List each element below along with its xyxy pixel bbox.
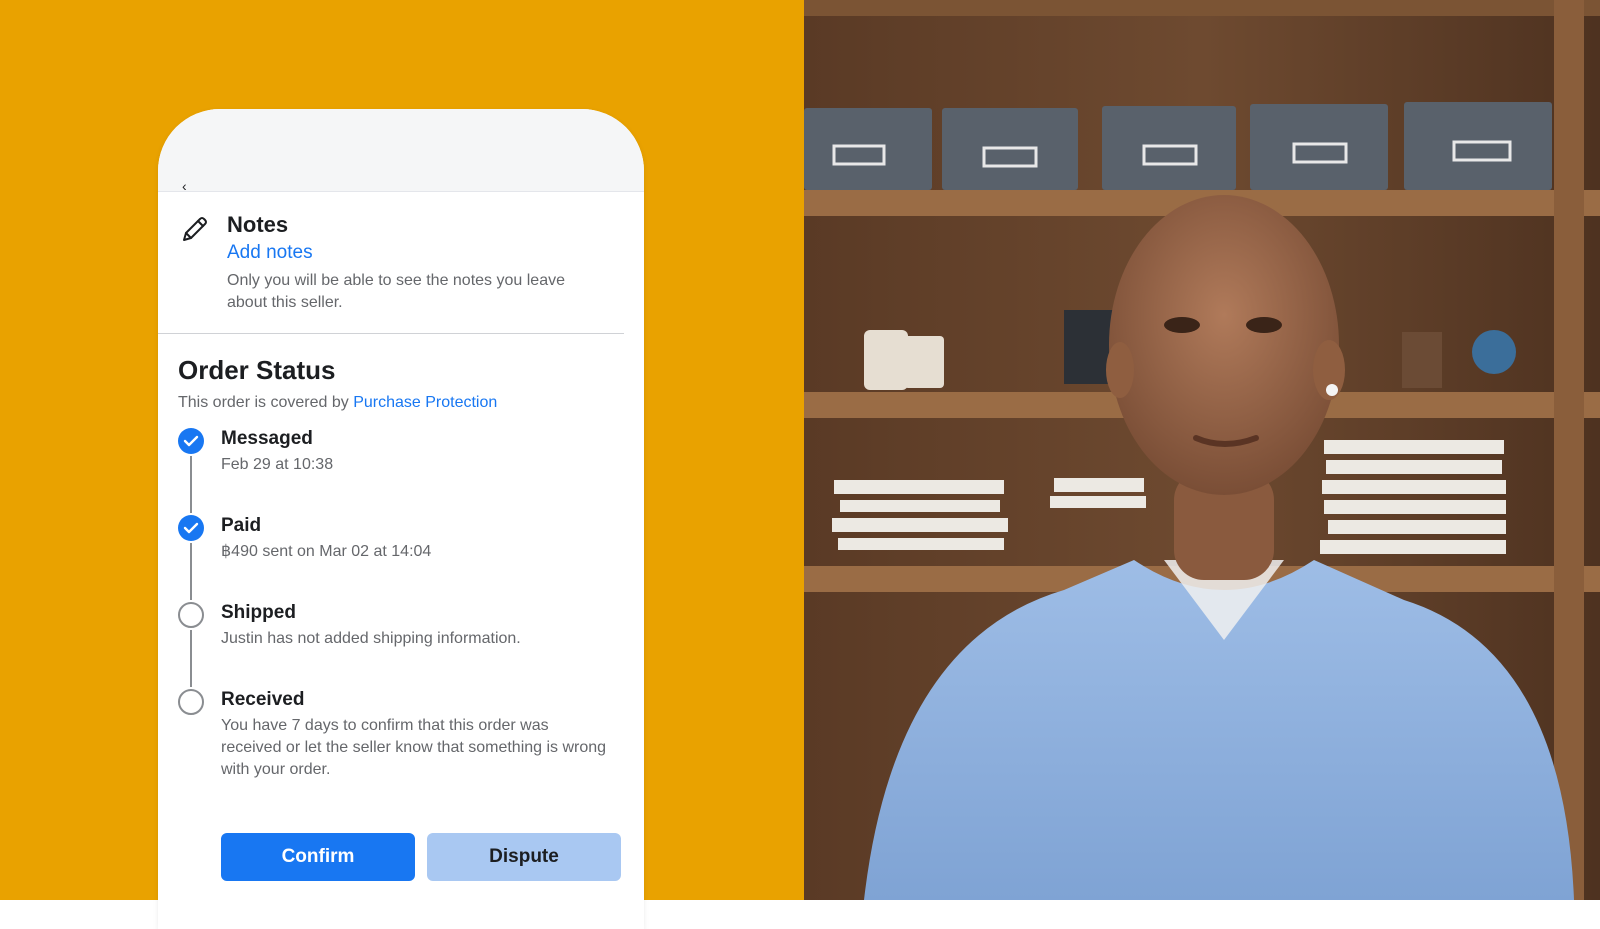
timeline-step-messaged: Messaged Feb 29 at 10:38 [178,426,624,513]
timeline-connector [190,456,192,513]
confirm-button[interactable]: Confirm [221,833,415,881]
order-timeline: Messaged Feb 29 at 10:38 Paid ฿490 sent … [178,426,624,781]
step-title: Shipped [221,602,296,623]
pencil-icon [183,217,207,241]
coverage-text: This order is covered by Purchase Protec… [178,392,624,414]
coverage-prefix: This order is covered by [178,394,349,411]
notes-description: Only you will be able to see the notes y… [227,272,565,311]
speaker-video-image [804,0,1600,900]
step-title: Paid [221,515,262,536]
timeline-step-shipped: Shipped Justin has not added shipping in… [178,600,624,687]
step-title: Messaged [221,428,313,449]
phone-header: ‹ [158,109,644,193]
timeline-step-paid: Paid ฿490 sent on Mar 02 at 14:04 [178,513,624,600]
step-description: ฿490 sent on Mar 02 at 14:04 [221,543,432,560]
phone-screen: ‹ Notes Add notes Only you will be able … [158,109,644,929]
step-description: Feb 29 at 10:38 [221,456,334,473]
step-description: Justin has not added shipping informatio… [221,630,521,647]
add-notes-link[interactable]: Add notes [227,238,604,268]
step-description: You have 7 days to confirm that this ord… [221,717,607,778]
purchase-protection-link[interactable]: Purchase Protection [353,394,497,411]
notes-section: Notes Add notes Only you will be able to… [158,192,624,334]
back-chevron-icon[interactable]: ‹ [182,179,187,193]
timeline-step-received: Received You have 7 days to confirm that… [178,687,624,781]
video-feed-panel [804,0,1600,900]
empty-circle-icon [178,689,204,715]
step-title: Received [221,689,305,710]
timeline-connector [190,630,192,687]
dispute-button[interactable]: Dispute [427,833,621,881]
check-circle-icon [178,428,204,454]
check-circle-icon [178,515,204,541]
timeline-connector [190,543,192,600]
order-status-section: Order Status This order is covered by Pu… [158,334,644,781]
empty-circle-icon [178,602,204,628]
yellow-background-panel: ‹ Notes Add notes Only you will be able … [0,0,804,929]
order-actions: Confirm Dispute [221,833,621,883]
order-status-title: Order Status [178,355,336,385]
notes-title: Notes [227,212,289,237]
